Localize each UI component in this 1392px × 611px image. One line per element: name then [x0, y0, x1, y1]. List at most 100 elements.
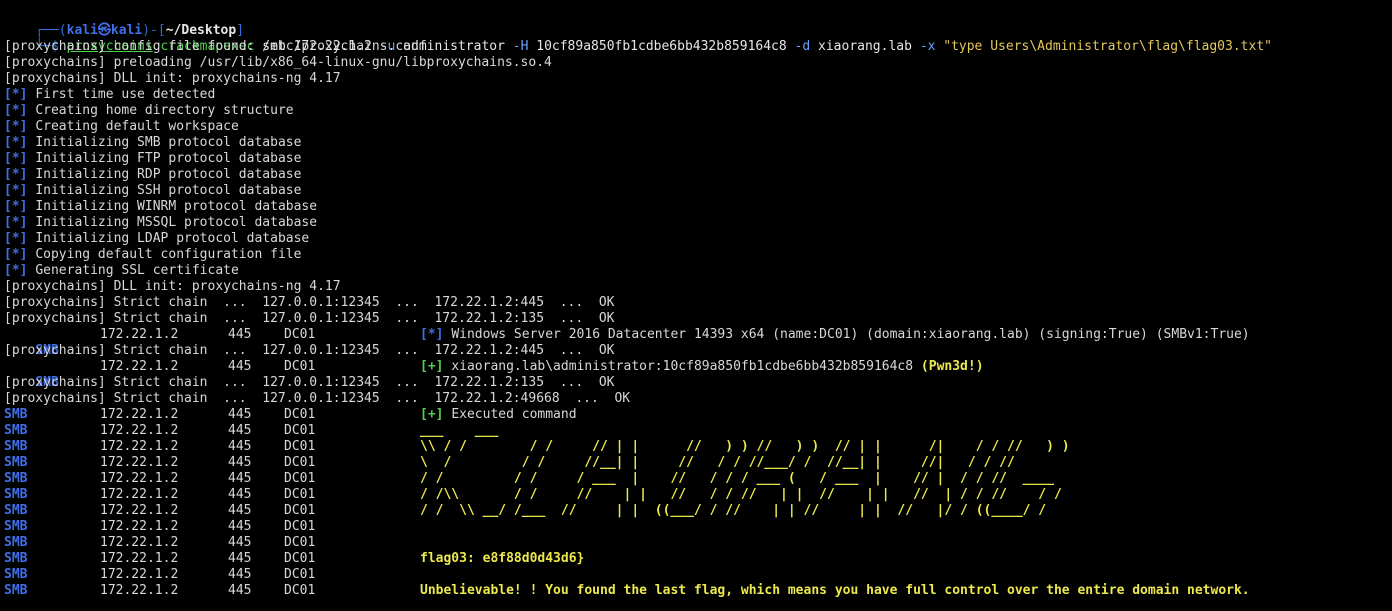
- init-line: [*] Initializing FTP protocol database: [4, 151, 301, 167]
- success-marker: [+]: [420, 359, 444, 374]
- smb-ip: 172.22.1.2: [100, 583, 179, 598]
- ascii-art-line: ___ ___: [420, 423, 499, 438]
- smb-host: DC01: [284, 583, 316, 598]
- init-text: Initializing MSSQL protocol database: [35, 215, 318, 230]
- smb-host: DC01: [284, 407, 316, 422]
- init-text: First time use detected: [35, 87, 216, 102]
- output-line: [proxychains] preloading /usr/lib/x86_64…: [4, 55, 552, 70]
- info-marker: [*]: [4, 215, 28, 230]
- init-text: Initializing FTP protocol database: [35, 151, 302, 166]
- smb-port: 445: [228, 359, 252, 374]
- init-text: Copying default configuration file: [35, 247, 302, 262]
- output-line: [proxychains] DLL init: proxychains-ng 4…: [4, 71, 341, 86]
- smb-row: SMB: [4, 327, 58, 358]
- smb-ip: 172.22.1.2: [100, 535, 179, 550]
- smb-proto: SMB: [4, 487, 28, 502]
- ascii-art-line: / /\\ / / // | | // / / // | | // | | //…: [420, 487, 1062, 502]
- init-line: [*] Copying default configuration file: [4, 247, 301, 263]
- smb-host: DC01: [284, 327, 316, 342]
- info-marker: [*]: [4, 103, 28, 118]
- smb-host: DC01: [284, 439, 316, 454]
- chain-line: [proxychains] Strict chain ... 127.0.0.1…: [4, 311, 615, 326]
- flag-value: flag03: e8f88d0d43d6}: [420, 551, 585, 566]
- smb-ip: 172.22.1.2: [100, 327, 179, 342]
- smb-row: SMB: [4, 551, 27, 567]
- init-text: Creating home directory structure: [35, 103, 294, 118]
- init-text: Initializing LDAP protocol database: [35, 231, 310, 246]
- smb-row: SMB: [4, 423, 27, 439]
- init-line: [*] Initializing RDP protocol database: [4, 167, 301, 183]
- prompt-header: ┌──(kali㉿kali)-[~/Desktop]: [4, 7, 244, 38]
- smb-row: SMB: [4, 583, 27, 599]
- info-marker: [*]: [4, 151, 28, 166]
- smb-ip: 172.22.1.2: [100, 503, 179, 518]
- pwn-credentials: xiaorang.lab\administrator:10cf89a850fb1…: [451, 359, 921, 374]
- smb-row: SMB: [4, 471, 27, 487]
- pwned-badge: (Pwn3d!): [920, 359, 984, 374]
- info-marker: [*]: [4, 263, 28, 278]
- smb-port: 445: [228, 487, 252, 502]
- smb-row: SMB: [4, 455, 27, 471]
- smb-port: 445: [228, 327, 252, 342]
- init-line: [*] Initializing MSSQL protocol database: [4, 215, 317, 231]
- smb-port: 445: [228, 471, 252, 486]
- cmd-flag-x: -x: [919, 39, 936, 54]
- init-text: Creating default workspace: [35, 119, 239, 134]
- info-marker: [*]: [4, 87, 28, 102]
- output-line: [proxychains] config file found: /etc/pr…: [4, 39, 427, 54]
- smb-port: 445: [228, 439, 252, 454]
- ascii-art-line: \\ / / / / // | | // ) ) // ) ) // | | /…: [420, 439, 1070, 454]
- chain-line: [proxychains] Strict chain ... 127.0.0.1…: [4, 391, 631, 406]
- smb-port: 445: [228, 583, 252, 598]
- smb-port: 445: [228, 567, 252, 582]
- smb-host: DC01: [284, 535, 316, 550]
- init-text: Generating SSL certificate: [35, 263, 239, 278]
- smb-proto: SMB: [4, 407, 28, 422]
- victory-message: Unbelievable! ! You found the last flag,…: [420, 583, 1250, 598]
- init-line: [*] Creating home directory structure: [4, 103, 294, 119]
- smb-host: DC01: [284, 551, 316, 566]
- smb-row: SMB: [4, 407, 27, 423]
- smb-ip: 172.22.1.2: [100, 471, 179, 486]
- smb-port: 445: [228, 551, 252, 566]
- smb-row: SMB: [4, 487, 27, 503]
- smb-ip: 172.22.1.2: [100, 439, 179, 454]
- smb-port: 445: [228, 503, 252, 518]
- terminal-window[interactable]: ┌──(kali㉿kali)-[~/Desktop] └─$ proxychai…: [4, 7, 1388, 607]
- info-marker: [*]: [4, 231, 28, 246]
- smb-host: DC01: [284, 359, 316, 374]
- smb-host: DC01: [284, 503, 316, 518]
- smb-proto: SMB: [4, 583, 28, 598]
- smb-port: 445: [228, 407, 252, 422]
- smb-ip: 172.22.1.2: [100, 567, 179, 582]
- smb-port: 445: [228, 455, 252, 470]
- init-line: [*] Initializing WINRM protocol database: [4, 199, 317, 215]
- smb-info: [*] Windows Server 2016 Datacenter 14393…: [420, 327, 1250, 343]
- smb-row: SMB: [4, 567, 27, 583]
- smb-host: DC01: [284, 567, 316, 582]
- smb-row: SMB: [4, 535, 27, 551]
- smb-row: SMB: [4, 503, 27, 519]
- init-text: Initializing RDP protocol database: [35, 167, 302, 182]
- smb-ip: 172.22.1.2: [100, 407, 179, 422]
- smb-row: SMB: [4, 439, 27, 455]
- smb-exec: [+] Executed command: [420, 407, 577, 423]
- info-marker: [*]: [4, 135, 28, 150]
- init-line: [*] Initializing SSH protocol database: [4, 183, 301, 199]
- smb-ip: 172.22.1.2: [100, 423, 179, 438]
- cmd-arg-hash: 10cf89a850fb1cdbe6bb432b859164c8: [528, 39, 795, 54]
- info-marker: [*]: [4, 247, 28, 262]
- init-line: [*] Generating SSL certificate: [4, 263, 239, 279]
- init-text: Initializing SSH protocol database: [35, 183, 302, 198]
- smb-proto: SMB: [4, 423, 28, 438]
- chain-line: [proxychains] Strict chain ... 127.0.0.1…: [4, 343, 615, 358]
- ascii-art-line: \ / / / //__| | // / / //___/ / //__| | …: [420, 455, 1015, 470]
- exec-text: Executed command: [451, 407, 577, 422]
- info-marker: [*]: [420, 327, 444, 342]
- ascii-art-line: / / \\ __/ /___ // | | ((___/ / // | | /…: [420, 503, 1047, 518]
- command-line[interactable]: └─$ proxychains crackmapexec smb 172.22.…: [4, 23, 1272, 54]
- smb-ip: 172.22.1.2: [100, 455, 179, 470]
- smb-ip: 172.22.1.2: [100, 487, 179, 502]
- info-marker: [*]: [4, 199, 28, 214]
- smb-row: SMB: [4, 519, 27, 535]
